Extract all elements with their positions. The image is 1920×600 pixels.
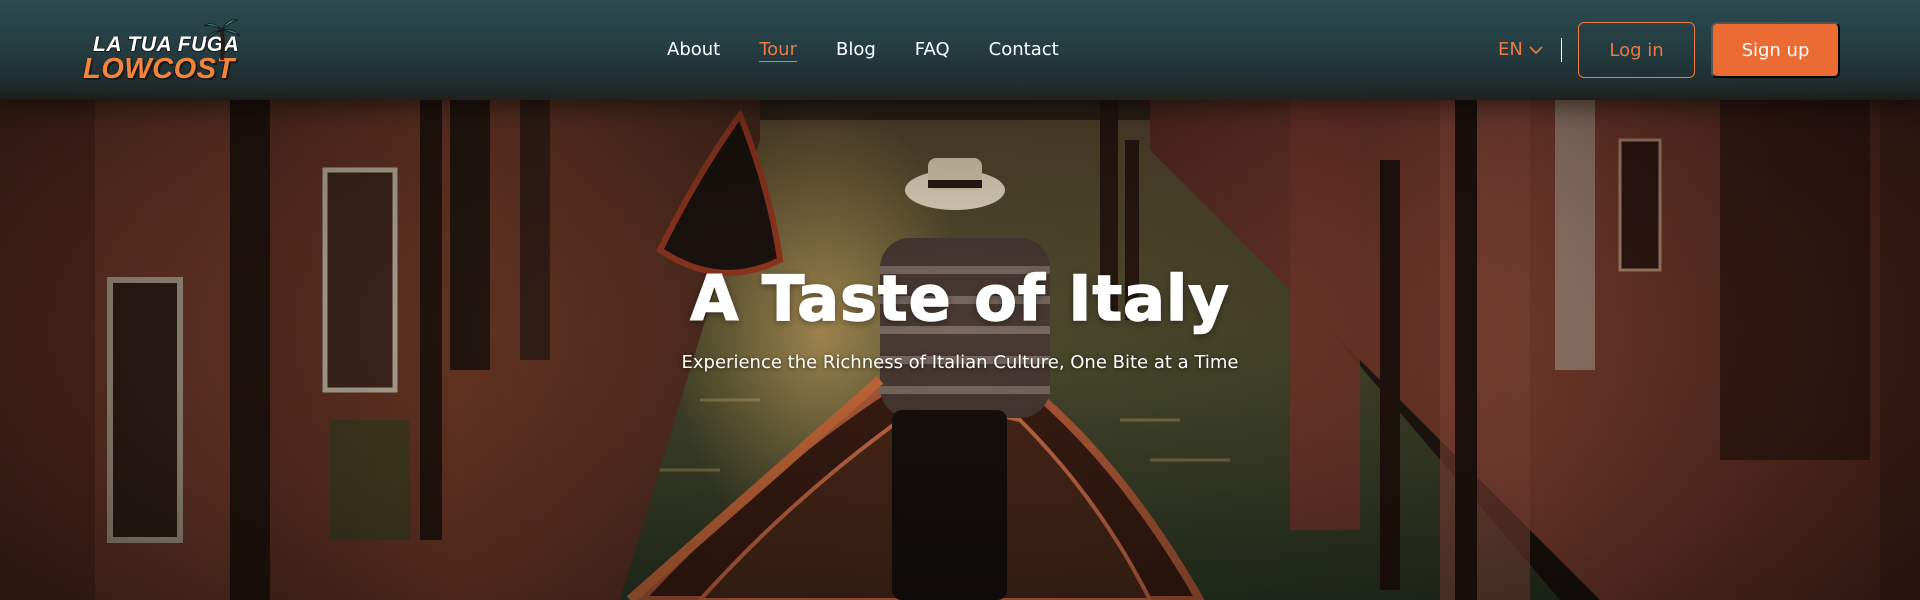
nav-divider	[1561, 38, 1562, 62]
nav-link-contact[interactable]: Contact	[989, 38, 1059, 62]
chevron-down-icon	[1529, 45, 1543, 54]
top-navbar: LA TUA FUGA LOWCOST About Tour Blog FAQ …	[0, 0, 1920, 100]
nav-link-blog[interactable]: Blog	[836, 38, 876, 62]
login-button[interactable]: Log in	[1578, 22, 1695, 78]
palm-tree-icon	[203, 19, 241, 61]
language-selector[interactable]: EN	[1498, 38, 1543, 62]
nav-link-tour[interactable]: Tour	[759, 38, 797, 62]
nav-link-about[interactable]: About	[667, 38, 720, 62]
brand-logo[interactable]: LA TUA FUGA LOWCOST	[80, 14, 245, 88]
hero-title: A Taste of Italy	[690, 261, 1230, 336]
signup-button[interactable]: Sign up	[1711, 22, 1840, 78]
hero-subtitle: Experience the Richness of Italian Cultu…	[681, 352, 1239, 373]
language-selected: EN	[1498, 39, 1523, 60]
nav-link-faq[interactable]: FAQ	[915, 38, 950, 62]
main-nav: About Tour Blog FAQ Contact	[667, 38, 1059, 62]
